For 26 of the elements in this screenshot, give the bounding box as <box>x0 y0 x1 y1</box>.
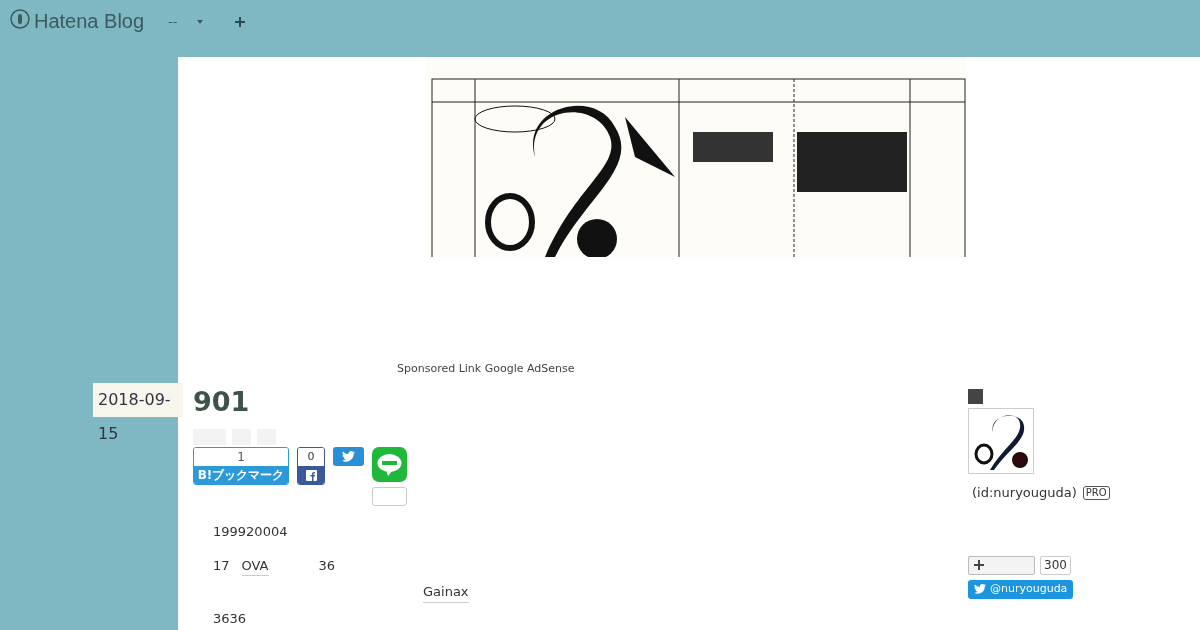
body-text: 199920004 <box>213 523 289 541</box>
bird-icon <box>974 584 986 594</box>
ad-label: Sponsored Link Google AdSense <box>397 360 575 377</box>
twitter-share-button[interactable] <box>333 447 364 466</box>
body-text: 3636 <box>213 609 248 628</box>
user-id[interactable]: (id:nuryouguda) <box>972 483 1077 503</box>
logo-icon <box>10 9 30 29</box>
body-text: 17 <box>213 556 230 575</box>
caret-icon[interactable] <box>197 20 204 24</box>
pro-badge: PRO <box>1082 485 1110 500</box>
follower-count: 300 <box>1040 555 1071 575</box>
ova-link[interactable]: OVA <box>241 555 269 576</box>
facebook-icon <box>305 469 317 481</box>
facebook-share-button[interactable]: 0 <box>297 447 325 485</box>
avatar-icon[interactable] <box>968 408 1034 474</box>
line-count-box <box>372 487 407 506</box>
plus-icon[interactable] <box>235 17 246 27</box>
line-share-icon[interactable] <box>372 447 407 482</box>
bird-icon <box>342 451 355 462</box>
square-icon <box>968 389 983 404</box>
body-text: 36 <box>318 556 336 575</box>
follow-button[interactable] <box>968 555 1035 575</box>
gainax-link[interactable]: Gainax <box>423 582 469 603</box>
bookmark-button[interactable]: 1 B!ブックマーク <box>193 447 289 485</box>
plus-icon <box>974 560 984 570</box>
entry-title[interactable]: 901 <box>193 384 968 420</box>
